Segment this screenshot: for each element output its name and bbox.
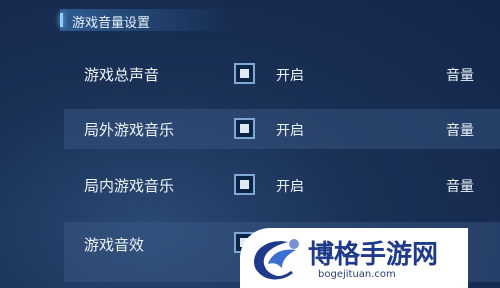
row-label: 游戏总声音	[84, 66, 160, 84]
setting-row-lobby-music: 局外游戏音乐 开启 音量	[64, 109, 500, 149]
checkbox-check-mark	[240, 180, 249, 189]
section-title: 游戏音量设置	[72, 16, 151, 31]
row-label: 游戏音效	[84, 236, 145, 254]
row-label: 局外游戏音乐	[84, 121, 175, 139]
volume-label: 音量	[446, 123, 474, 139]
setting-row-master-sound: 游戏总声音 开启 音量	[64, 54, 500, 94]
checkbox-check-mark	[240, 124, 249, 133]
enable-checkbox[interactable]	[234, 63, 255, 84]
watermark-url: bogejituan.com	[318, 269, 396, 280]
setting-row-ingame-music: 局内游戏音乐 开启 音量	[64, 165, 500, 205]
toggle-label: 开启	[276, 179, 304, 195]
header-marker	[60, 13, 63, 27]
volume-label: 音量	[446, 68, 474, 84]
watermark-logo-icon	[254, 239, 299, 280]
toggle-label: 开启	[276, 68, 304, 84]
checkbox-check-mark	[240, 69, 249, 78]
enable-checkbox[interactable]	[234, 174, 255, 195]
row-label: 局内游戏音乐	[84, 177, 175, 195]
section-header: 游戏音量设置	[60, 9, 230, 31]
volume-label: 音量	[446, 179, 474, 195]
enable-checkbox[interactable]	[234, 118, 255, 139]
toggle-label: 开启	[276, 123, 304, 139]
watermark: 博格手游网 bogejituan.com	[240, 228, 468, 288]
volume-settings-panel: 游戏音量设置 游戏总声音 开启 音量 局外游戏音乐 开启 音量 局内游戏音乐 开…	[0, 0, 500, 288]
watermark-title: 博格手游网	[308, 240, 439, 270]
